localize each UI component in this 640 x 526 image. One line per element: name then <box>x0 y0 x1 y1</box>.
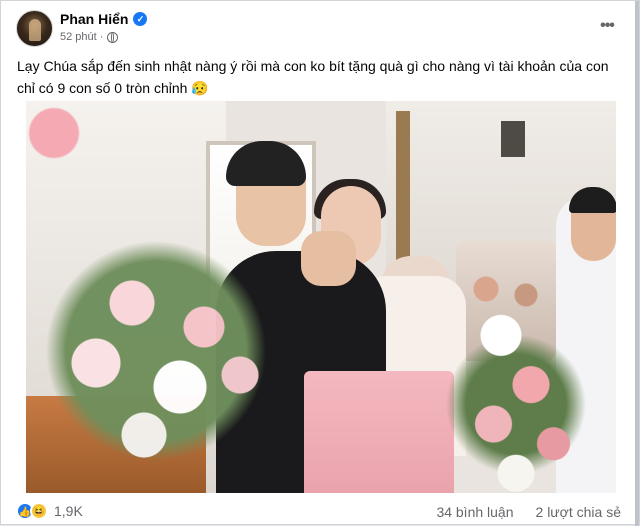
globe-icon <box>107 31 119 43</box>
photo-flowers-right <box>441 296 591 493</box>
post-card: Phan Hiển ✓ 52 phút · ••• Lạy Chúa sắp đ… <box>0 0 640 526</box>
photo-door <box>396 111 410 271</box>
author-name[interactable]: Phan Hiển <box>60 11 128 27</box>
photo-wall-frame <box>501 121 525 157</box>
engagement-stats: 34 bình luận 2 lượt chia sẻ <box>436 504 621 520</box>
post-photo[interactable] <box>26 101 616 493</box>
verified-badge-icon: ✓ <box>133 12 148 26</box>
scrollbar[interactable] <box>635 1 639 526</box>
photo-pink-cloth <box>304 371 454 493</box>
post-meta: 52 phút · <box>60 31 119 43</box>
photo-flowers-left <box>36 231 276 471</box>
post-header: Phan Hiển ✓ 52 phút · ••• <box>1 1 639 51</box>
more-options-button[interactable]: ••• <box>594 13 620 39</box>
avatar-figure <box>29 19 41 41</box>
photo-praying-hands <box>301 231 356 286</box>
reaction-count[interactable]: 1,9K <box>54 503 83 519</box>
share-count[interactable]: 2 lượt chia sẻ <box>536 504 621 520</box>
reactions-summary[interactable]: 👍 😆 1,9K <box>16 502 83 520</box>
author-row: Phan Hiển ✓ <box>60 11 148 27</box>
comment-count[interactable]: 34 bình luận <box>436 504 513 520</box>
haha-reaction-icon: 😆 <box>30 502 48 520</box>
author-avatar[interactable] <box>16 10 53 47</box>
post-text: Lạy Chúa sắp đến sinh nhật nàng ý rồi mà… <box>17 58 609 96</box>
post-timestamp[interactable]: 52 phút · <box>60 31 103 43</box>
post-footer: 👍 😆 1,9K 34 bình luận 2 lượt chia sẻ <box>1 498 639 526</box>
photo-flowers-top-left <box>26 101 96 181</box>
